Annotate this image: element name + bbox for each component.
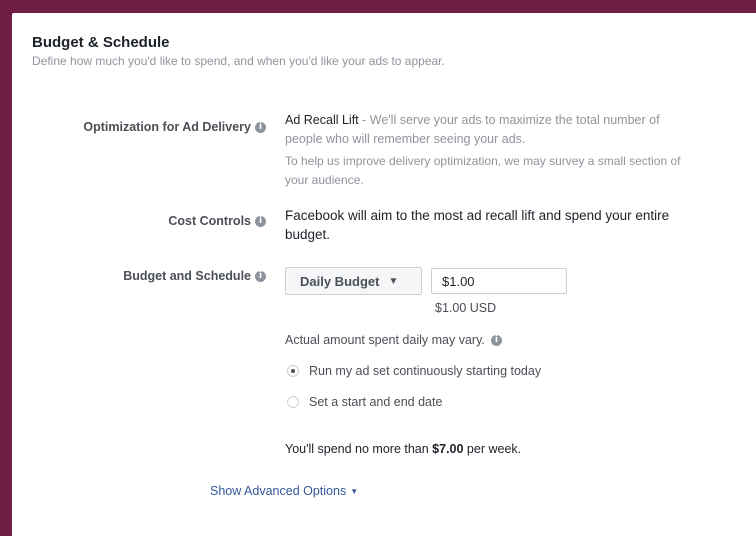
info-icon[interactable]: i [255, 270, 266, 282]
budget-amount-input[interactable] [431, 268, 567, 294]
section-subtitle: Define how much you'd like to spend, and… [32, 54, 445, 68]
optimization-value-name: Ad Recall Lift [285, 113, 359, 127]
vary-note-row: Actual amount spent daily may vary. i [285, 333, 502, 347]
budget-type-selected: Daily Budget [300, 273, 380, 289]
budget-currency-note: $1.00 USD [435, 301, 497, 315]
cost-controls-label: Cost Controls [168, 214, 251, 228]
schedule-option-start-end[interactable]: Set a start and end date [287, 395, 442, 409]
budget-schedule-label-row: Budget and Schedule i [123, 269, 266, 283]
advanced-options-label: Show Advanced Options [210, 484, 347, 498]
spend-prefix: You'll spend no more than [285, 442, 433, 456]
radio-button[interactable] [287, 396, 299, 408]
caret-down-icon: ▼ [350, 486, 359, 496]
optimization-label-row: Optimization for Ad Delivery i [83, 120, 266, 134]
schedule-option-continuous[interactable]: Run my ad set continuously starting toda… [287, 364, 541, 378]
show-advanced-options-link[interactable]: Show Advanced Options ▼ [210, 484, 358, 498]
info-icon[interactable]: i [255, 215, 266, 227]
info-icon[interactable]: i [490, 334, 502, 346]
spend-suffix: per week. [463, 442, 522, 456]
schedule-option-label: Set a start and end date [309, 395, 443, 409]
survey-note: To help us improve delivery optimization… [285, 154, 681, 187]
spend-amount: $7.00 [432, 442, 464, 456]
info-icon[interactable]: i [255, 121, 266, 133]
weekly-spend-note: You'll spend no more than $7.00 per week… [285, 442, 521, 456]
radio-button-checked[interactable] [287, 365, 299, 377]
budget-type-dropdown[interactable]: Daily Budget ▼ [285, 267, 422, 295]
schedule-option-label: Run my ad set continuously starting toda… [309, 364, 542, 378]
optimization-value: Ad Recall Lift - We'll serve your ads to… [285, 111, 685, 149]
cost-controls-label-row: Cost Controls i [168, 214, 266, 228]
vary-note: Actual amount spent daily may vary. [285, 333, 485, 347]
budget-schedule-label: Budget and Schedule [123, 269, 251, 283]
budget-schedule-panel: Budget & Schedule Define how much you'd … [12, 13, 756, 536]
caret-down-icon: ▼ [388, 275, 399, 287]
optimization-label: Optimization for Ad Delivery [83, 120, 251, 134]
cost-controls-text: Facebook will aim to the most ad recall … [285, 208, 670, 242]
section-title: Budget & Schedule [32, 34, 170, 51]
